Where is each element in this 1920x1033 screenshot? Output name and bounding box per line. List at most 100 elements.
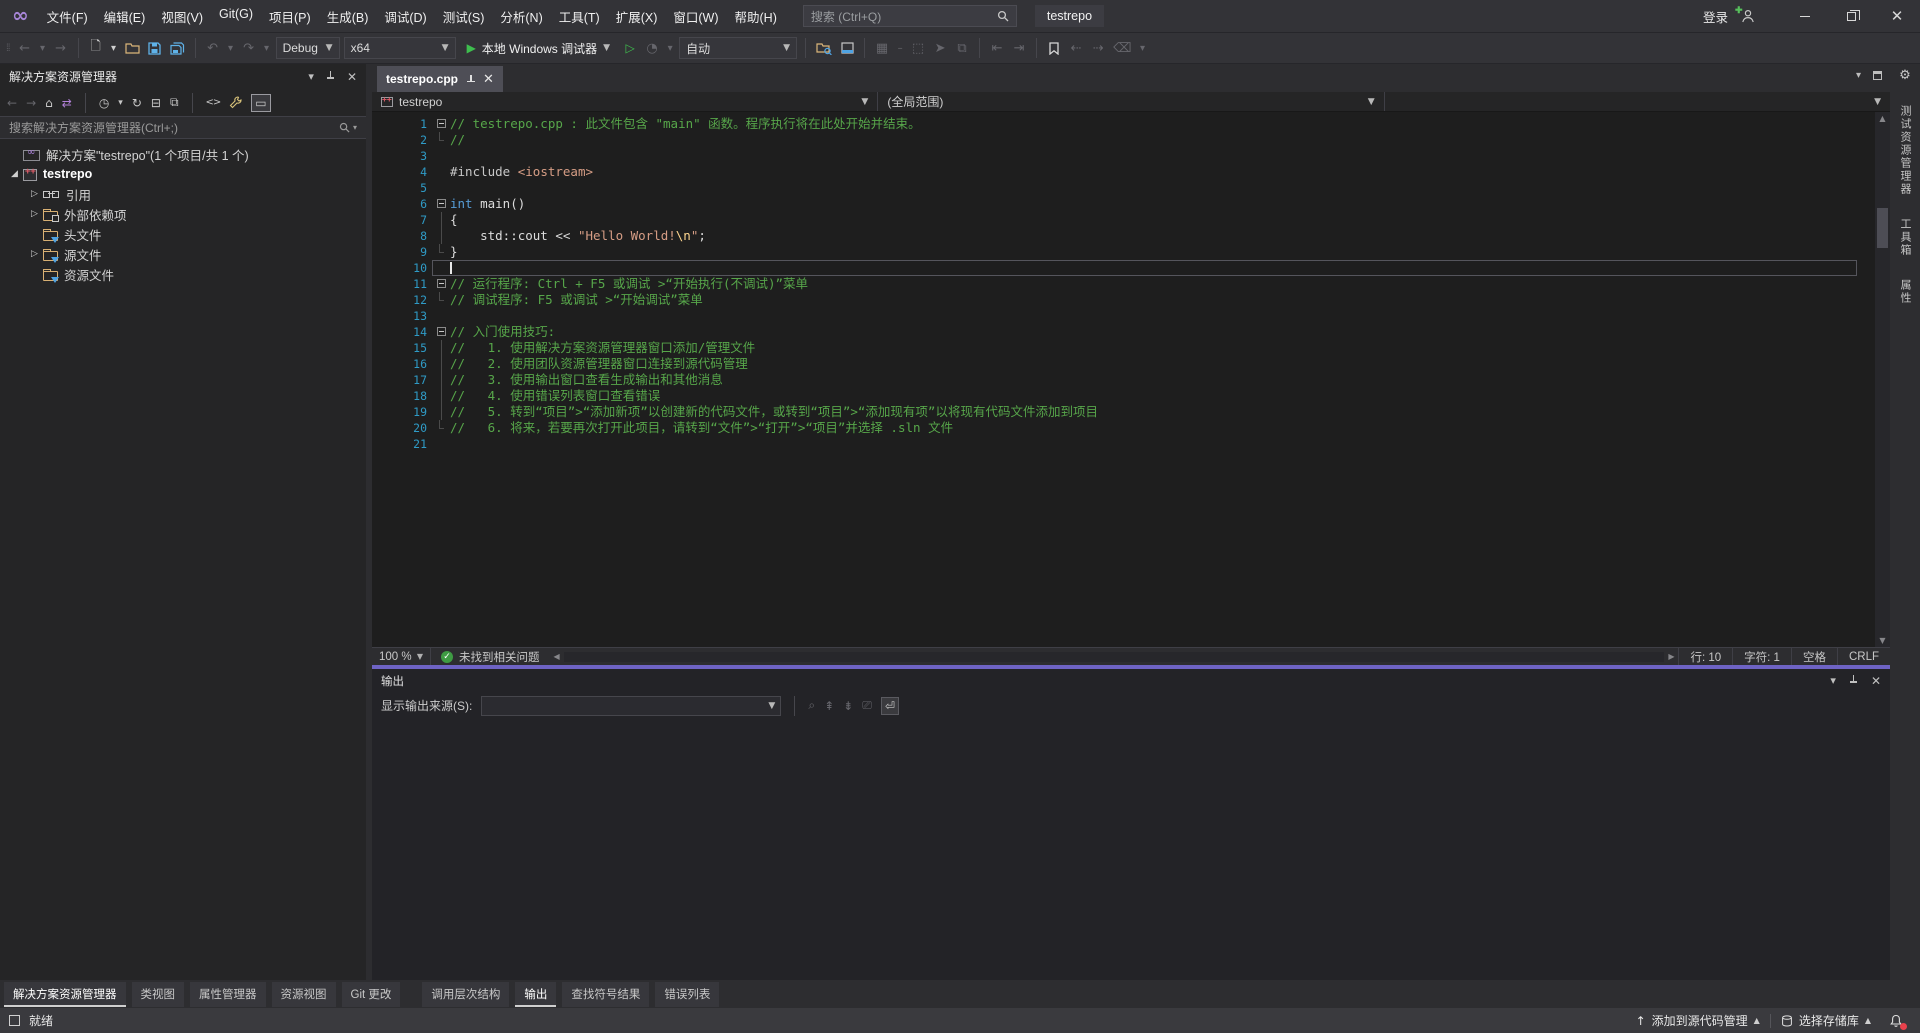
home-icon[interactable]: ⌂ — [45, 96, 53, 110]
add-to-source-control-button[interactable]: ↑ 添加到源代码管理 ▲ — [1626, 1008, 1770, 1033]
tool-tab-git-changes[interactable]: Git 更改 — [342, 982, 401, 1007]
view-code-icon[interactable]: <> — [206, 97, 221, 108]
save-icon[interactable] — [146, 38, 164, 58]
tree-item-external-dependencies[interactable]: ▷外部依赖项 — [0, 204, 366, 224]
tree-item-project-testrepo[interactable]: ◢testrepo — [0, 164, 366, 184]
tool-tab-solution-explorer[interactable]: 解决方案资源管理器 — [4, 982, 126, 1007]
document-list-dropdown-icon[interactable]: ▾ — [1856, 70, 1861, 81]
column-indicator[interactable]: 字符: 1 — [1732, 648, 1791, 665]
tool-tab-output[interactable]: 输出 — [515, 982, 556, 1007]
select-repository-button[interactable]: 选择存储库 ▲ — [1771, 1008, 1881, 1033]
fold-collapse-icon[interactable] — [437, 327, 446, 336]
output-source-dropdown[interactable]: ▼ — [481, 696, 781, 716]
code-line-3[interactable]: 3 — [372, 148, 1875, 164]
decrease-indent-icon[interactable]: ⇤ — [988, 38, 1006, 58]
pin-icon[interactable] — [326, 71, 335, 82]
close-tab-icon[interactable]: ✕ — [483, 72, 494, 87]
fold-collapse-icon[interactable] — [437, 199, 446, 208]
find-in-files-icon[interactable] — [814, 38, 834, 58]
editor-vertical-scrollbar[interactable]: ▲ ▼ — [1875, 112, 1890, 647]
code-line-6[interactable]: 6int main() — [372, 196, 1875, 212]
code-line-1[interactable]: 1// testrepo.cpp : 此文件包含 "main" 函数。程序执行将… — [372, 116, 1875, 132]
navigate-to-icon[interactable] — [838, 38, 856, 58]
split-window-icon[interactable] — [1873, 71, 1882, 80]
code-line-16[interactable]: 16// 2. 使用团队资源管理器窗口连接到源代码管理 — [372, 356, 1875, 372]
code-line-10[interactable]: 10 — [372, 260, 1875, 276]
se-forward-icon[interactable]: → — [26, 96, 36, 110]
tool-tab-error-list[interactable]: 错误列表 — [655, 982, 719, 1007]
toolbar-overflow-icon[interactable]: ▾ — [1137, 38, 1147, 58]
search-icon[interactable] — [997, 10, 1009, 22]
window-position-dropdown-icon[interactable]: ▾ — [1830, 674, 1836, 687]
background-tasks-icon[interactable] — [9, 1015, 20, 1026]
scroll-up-icon[interactable]: ▲ — [1879, 114, 1885, 123]
navigate-back-dropdown-icon[interactable]: ▾ — [38, 38, 48, 58]
new-project-icon[interactable]: 🗋 — [87, 38, 105, 58]
se-back-icon[interactable]: ← — [7, 96, 17, 110]
menu-item-build[interactable]: 生成(B) — [319, 2, 377, 31]
toggle-word-wrap-icon[interactable]: ⏎ — [881, 697, 899, 715]
close-button[interactable]: ✕ — [1874, 0, 1920, 32]
nav-project-dropdown[interactable]: testrepo ▼ — [372, 92, 878, 111]
expand-arrow-icon[interactable]: ▷ — [26, 189, 43, 199]
editor-horizontal-scrollbar[interactable]: ◀ ▶ — [550, 648, 1679, 665]
hscroll-track[interactable] — [564, 652, 1665, 662]
code-line-19[interactable]: 19// 5. 转到“项目”>“添加新项”以创建新的代码文件，或转到“项目”>“… — [372, 404, 1875, 420]
tool-tab-call-hierarchy[interactable]: 调用层次结构 — [422, 982, 509, 1007]
performance-profiler-icon[interactable]: ◔ — [643, 38, 661, 58]
open-file-icon[interactable] — [123, 38, 142, 58]
solution-platform-dropdown[interactable]: x64▼ — [344, 37, 456, 59]
pin-tab-icon[interactable] — [466, 74, 475, 85]
nav-member-dropdown[interactable]: ▼ — [1385, 92, 1890, 111]
selection-frame-icon[interactable]: ⬚ — [909, 38, 927, 58]
toolbar-grip[interactable]: ⁞⁞ — [6, 43, 10, 54]
code-line-15[interactable]: 15// 1. 使用解决方案资源管理器窗口添加/管理文件 — [372, 340, 1875, 356]
tool-tab-class-view[interactable]: 类视图 — [132, 982, 185, 1007]
code-metrics-icon[interactable]: ▦ — [873, 38, 891, 58]
tree-item-source-files[interactable]: ▷源文件 — [0, 244, 366, 264]
tool-tab-resource-view[interactable]: 资源视图 — [272, 982, 336, 1007]
clear-all-output-icon[interactable]: ⎚ — [862, 698, 872, 713]
code-line-14[interactable]: 14// 入门使用技巧: — [372, 324, 1875, 340]
output-content[interactable] — [372, 719, 1890, 980]
increase-indent-icon[interactable]: ⇥ — [1010, 38, 1028, 58]
pending-changes-filter-icon[interactable]: ◷ — [99, 96, 109, 110]
fold-collapse-icon[interactable] — [437, 119, 446, 128]
previous-bookmark-icon[interactable]: ⇠ — [1067, 38, 1085, 58]
undo-dropdown-icon[interactable]: ▾ — [226, 38, 236, 58]
expand-arrow-icon[interactable]: ▷ — [26, 249, 43, 259]
tree-item-resource-files[interactable]: 资源文件 — [0, 264, 366, 284]
menu-item-analyze[interactable]: 分析(N) — [492, 2, 550, 31]
tool-tab-property-manager[interactable]: 属性管理器 — [190, 982, 266, 1007]
nav-scope-dropdown[interactable]: (全局范围) ▼ — [878, 92, 1384, 111]
close-icon[interactable]: ✕ — [1871, 674, 1881, 688]
line-indicator[interactable]: 行: 10 — [1678, 648, 1732, 665]
autohide-tab-toolbox[interactable]: 工具箱 — [1897, 218, 1913, 257]
spaces-indicator[interactable]: 空格 — [1791, 648, 1837, 665]
refresh-icon[interactable]: ↻ — [132, 96, 142, 110]
navigate-back-icon[interactable]: ← — [16, 38, 34, 58]
gear-icon[interactable]: ⚙ — [1899, 68, 1911, 83]
code-line-2[interactable]: 2// — [372, 132, 1875, 148]
code-line-21[interactable]: 21 — [372, 436, 1875, 452]
goto-previous-message-icon[interactable]: ⇞ — [824, 699, 834, 713]
search-options-dropdown-icon[interactable]: ▾ — [353, 123, 357, 132]
solution-explorer-search-input[interactable]: 搜索解决方案资源管理器(Ctrl+;) ▾ — [0, 116, 366, 139]
code-line-12[interactable]: 12// 调试程序: F5 或调试 >“开始调试”菜单 — [372, 292, 1875, 308]
code-line-13[interactable]: 13 — [372, 308, 1875, 324]
quick-search-input[interactable]: 搜索 (Ctrl+Q) — [803, 5, 1017, 27]
redo-icon[interactable]: ↷ — [240, 38, 258, 58]
eol-indicator[interactable]: CRLF — [1837, 648, 1890, 665]
menu-item-project[interactable]: 项目(P) — [261, 2, 319, 31]
menu-item-file[interactable]: 文件(F) — [39, 2, 96, 31]
sync-with-active-document-icon[interactable]: ⇄ — [62, 96, 72, 110]
navigate-forward-icon[interactable]: → — [52, 38, 70, 58]
start-without-debugging-icon[interactable]: ▷ — [621, 38, 639, 58]
code-line-17[interactable]: 17// 3. 使用输出窗口查看生成输出和其他消息 — [372, 372, 1875, 388]
start-debugging-button[interactable]: ▶ 本地 Windows 调试器 ▼ — [460, 37, 618, 59]
window-position-dropdown-icon[interactable]: ▾ — [308, 70, 314, 83]
menu-item-git[interactable]: Git(G) — [211, 2, 261, 31]
minimize-button[interactable] — [1782, 0, 1828, 32]
autohide-tab-test-explorer[interactable]: 测试资源管理器 — [1897, 105, 1913, 196]
menu-item-edit[interactable]: 编辑(E) — [96, 2, 154, 31]
